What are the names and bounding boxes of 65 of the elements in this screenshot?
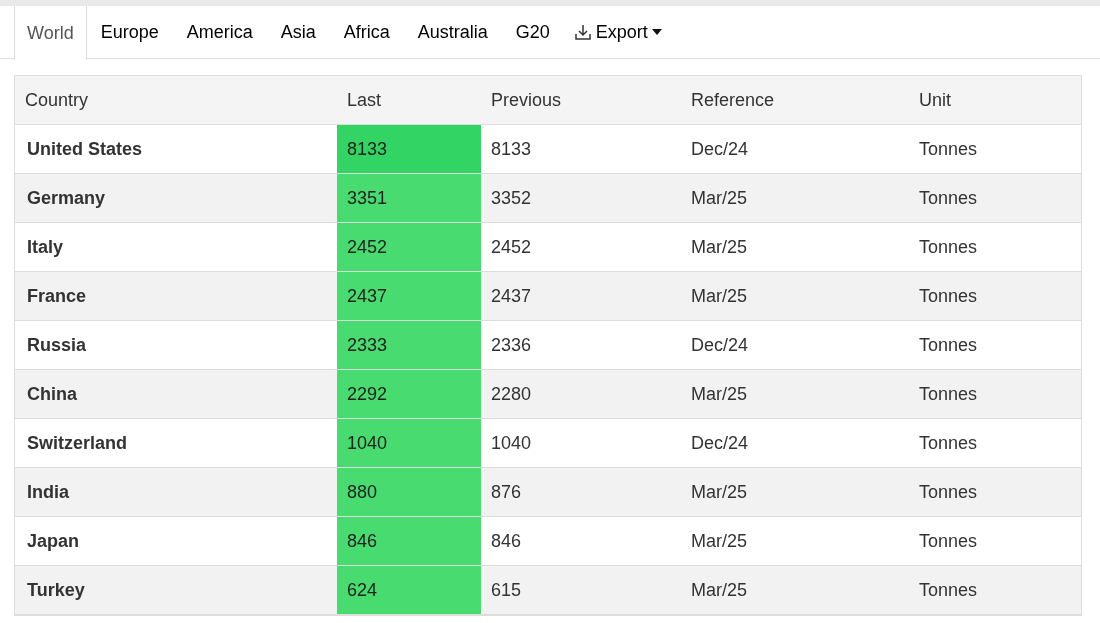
unit-cell-text: Tonnes <box>918 382 979 406</box>
previous-value-cell-text: 8133 <box>490 137 533 161</box>
previous-value-cell-text: 2280 <box>490 382 533 406</box>
column-header: Unit <box>918 88 952 112</box>
column-header: Previous <box>490 88 563 112</box>
previous-value-cell-text: 2336 <box>490 333 533 357</box>
region-tab[interactable]: World <box>14 6 87 60</box>
region-tab[interactable]: G20 <box>501 6 564 58</box>
last-value-cell: 880 <box>337 468 481 516</box>
reference-cell-text: Mar/25 <box>690 529 749 553</box>
caret-icon <box>651 29 662 35</box>
unit-cell-text: Tonnes <box>918 333 979 357</box>
last-value-cell: 3351 <box>337 174 481 222</box>
country-cell-text: India <box>26 480 70 504</box>
unit-cell-text: Tonnes <box>918 578 979 602</box>
previous-value-cell-text: 3352 <box>490 186 533 210</box>
previous-value-cell-text: 846 <box>490 529 523 553</box>
unit-cell-text: Tonnes <box>918 137 979 161</box>
reference-cell-text: Mar/25 <box>690 480 749 504</box>
region-tab[interactable]: Asia <box>266 6 330 58</box>
reference-cell-text: Mar/25 <box>690 578 749 602</box>
reference-cell-text: Dec/24 <box>690 137 750 161</box>
last-value-cell: 846 <box>337 517 481 565</box>
previous-value-cell-text: 876 <box>490 480 523 504</box>
column-header: Last <box>346 88 383 112</box>
country-cell-text: Russia <box>26 333 88 357</box>
previous-value-cell-text: 1040 <box>490 431 533 455</box>
last-value-cell: 2292 <box>337 370 481 418</box>
country-cell-text: China <box>26 382 78 406</box>
reference-cell-text: Mar/25 <box>690 284 749 308</box>
export-menu-button[interactable]: Export <box>563 6 672 58</box>
column-header: Country <box>24 88 90 112</box>
last-value-cell: 8133 <box>337 125 481 173</box>
unit-cell-text: Tonnes <box>918 431 979 455</box>
unit-cell-text: Tonnes <box>918 186 979 210</box>
reference-cell-text: Dec/24 <box>690 333 750 357</box>
previous-value-cell-text: 2452 <box>490 235 533 259</box>
country-cell-text: Germany <box>26 186 107 210</box>
previous-value-cell-text: 2437 <box>490 284 533 308</box>
country-cell-text: France <box>26 284 88 308</box>
country-cell-text: Italy <box>26 235 65 259</box>
last-value-cell: 1040 <box>337 419 481 467</box>
last-value-cell: 624 <box>337 566 481 614</box>
reference-cell-text: Dec/24 <box>690 431 750 455</box>
reference-cell-text: Mar/25 <box>690 186 749 210</box>
unit-cell-text: Tonnes <box>918 480 979 504</box>
region-tab[interactable]: Africa <box>329 6 404 58</box>
country-cell-text: Switzerland <box>26 431 129 455</box>
column-header: Reference <box>690 88 776 112</box>
country-cell-text: Turkey <box>26 578 86 602</box>
last-value-cell: 2452 <box>337 223 481 271</box>
last-value-cell: 2333 <box>337 321 481 369</box>
unit-cell-text: Tonnes <box>918 529 979 553</box>
last-value-cell: 2437 <box>337 272 481 320</box>
unit-cell-text: Tonnes <box>918 235 979 259</box>
unit-cell-text: Tonnes <box>918 284 979 308</box>
country-cell-text: United States <box>26 137 144 161</box>
reference-cell-text: Mar/25 <box>690 382 749 406</box>
region-tab[interactable]: America <box>172 6 267 58</box>
previous-value-cell-text: 615 <box>490 578 523 602</box>
region-tab[interactable]: Europe <box>86 6 173 58</box>
reference-cell-text: Mar/25 <box>690 235 749 259</box>
region-tab[interactable]: Australia <box>403 6 502 58</box>
country-cell-text: Japan <box>26 529 81 553</box>
download-icon <box>573 23 592 41</box>
